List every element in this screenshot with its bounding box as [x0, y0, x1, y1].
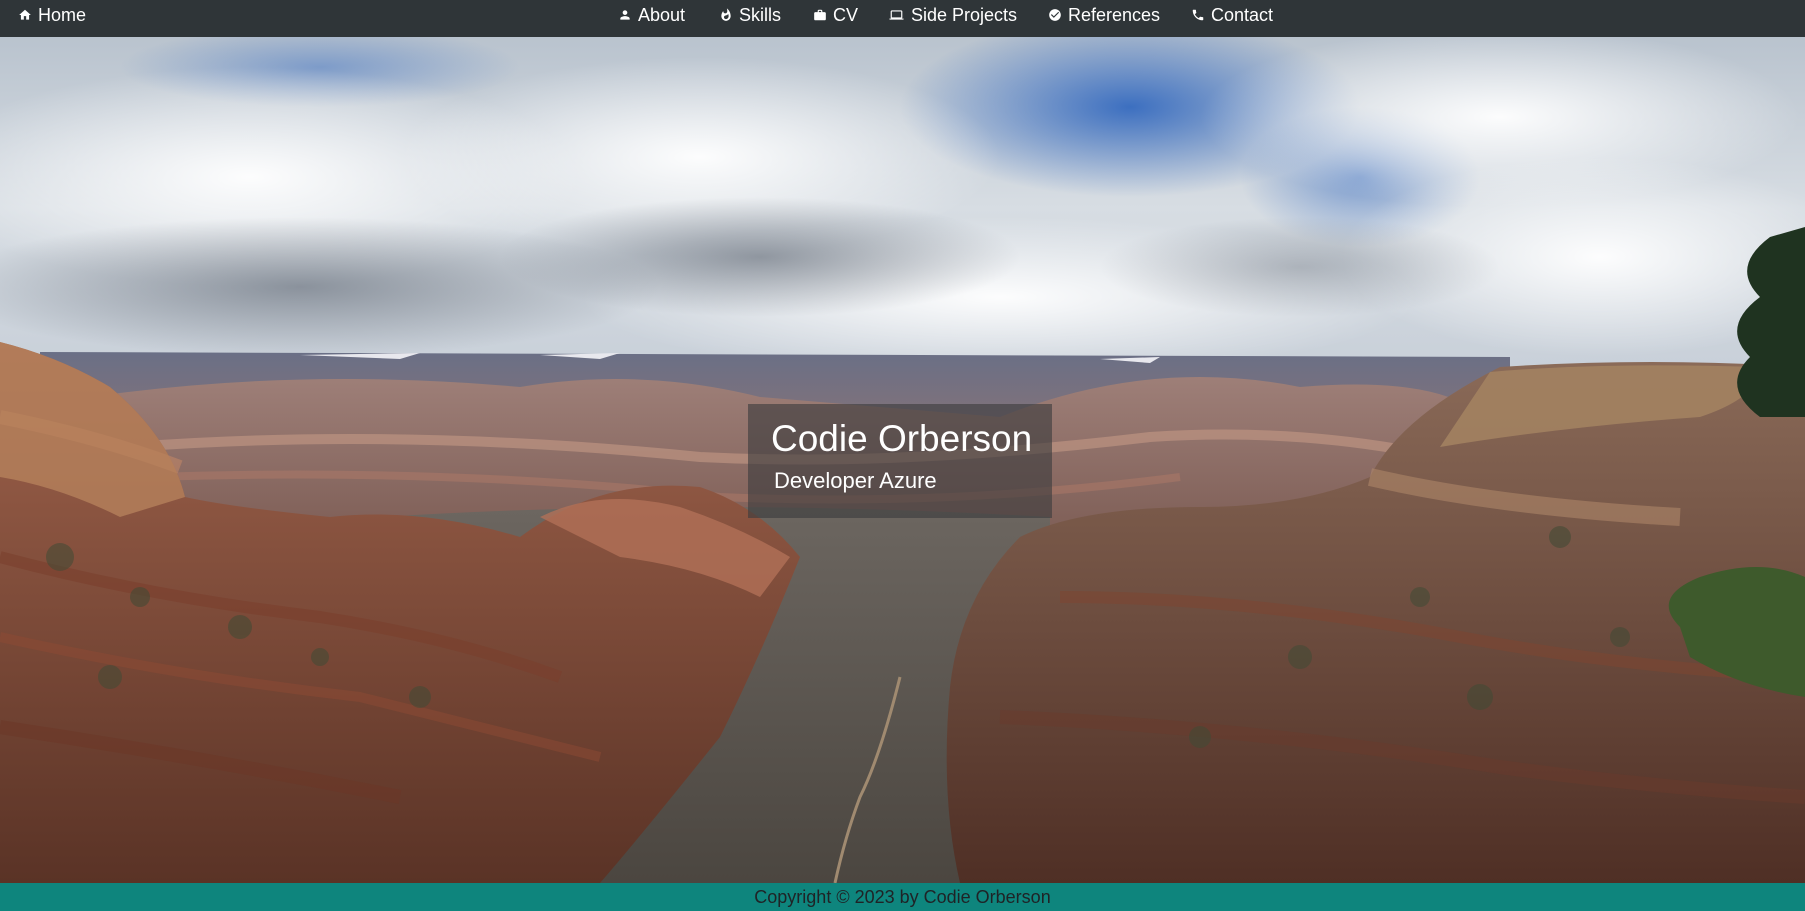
hero-section: Codie Orberson Developer Azure	[0, 37, 1805, 883]
hero-name: Codie Orberson	[771, 418, 1033, 459]
briefcase-icon	[813, 8, 827, 22]
hero-title-card: Codie Orberson Developer Azure	[748, 404, 1052, 518]
nav-skills-label: Skills	[739, 4, 782, 25]
nav-references-link[interactable]: References	[1048, 0, 1160, 30]
fire-icon	[719, 8, 733, 22]
check-circle-icon	[1048, 8, 1062, 22]
nav-about-link[interactable]: About	[618, 0, 685, 30]
top-navbar: Home About Skills CV Side Projects Refer…	[0, 0, 1805, 37]
home-icon	[18, 8, 32, 22]
copyright-text: Copyright © 2023 by Codie Orberson	[754, 886, 1051, 907]
nav-side-projects-label: Side Projects	[911, 4, 1018, 25]
nav-home-link[interactable]: Home	[18, 0, 86, 30]
nav-contact-label: Contact	[1211, 4, 1274, 25]
nav-cv-link[interactable]: CV	[813, 0, 858, 30]
nav-home-label: Home	[38, 4, 87, 25]
nav-cv-label: CV	[833, 4, 859, 25]
nav-contact-link[interactable]: Contact	[1191, 0, 1273, 30]
laptop-icon	[888, 8, 905, 22]
phone-icon	[1191, 8, 1205, 22]
nav-references-label: References	[1068, 4, 1161, 25]
nav-side-projects-link[interactable]: Side Projects	[888, 0, 1017, 30]
hero-role: Developer Azure	[774, 468, 937, 493]
nav-skills-link[interactable]: Skills	[719, 0, 781, 30]
page-footer: Copyright © 2023 by Codie Orberson	[0, 883, 1805, 911]
nav-about-label: About	[638, 4, 686, 25]
person-icon	[618, 8, 632, 22]
